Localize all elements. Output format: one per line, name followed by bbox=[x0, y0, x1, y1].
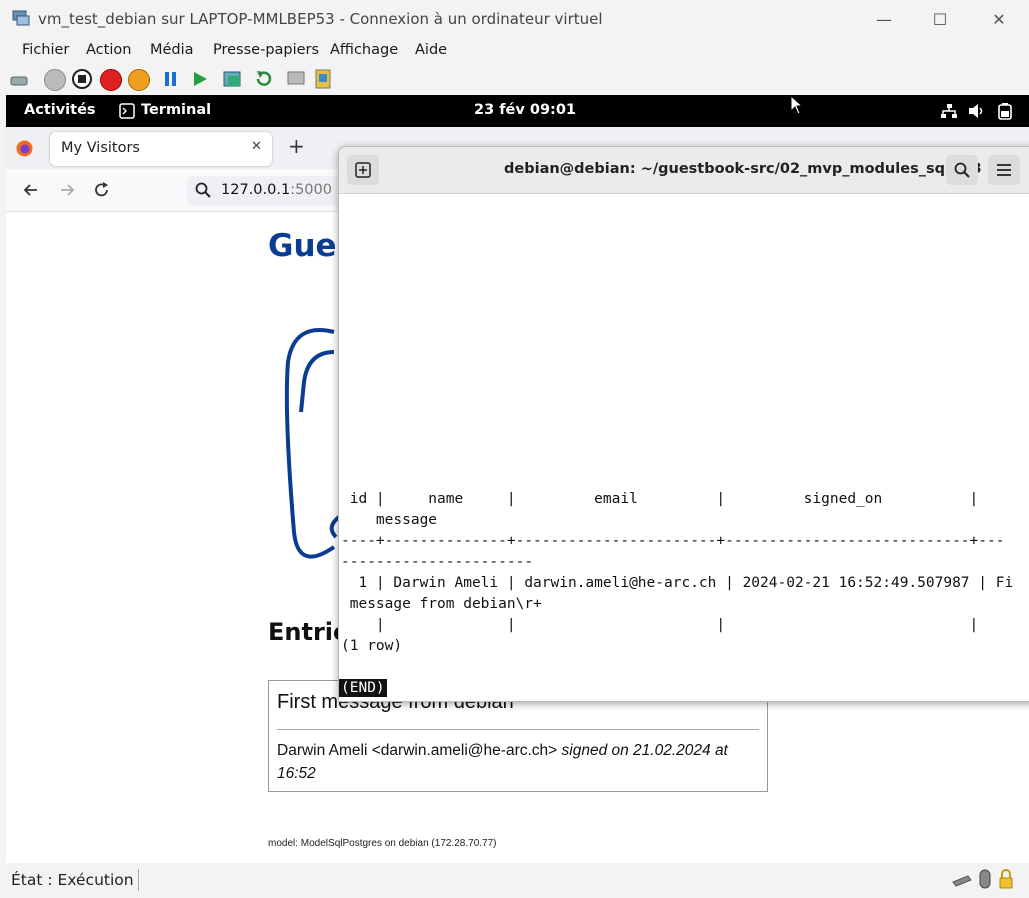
search-icon bbox=[954, 162, 970, 178]
terminal-line: message bbox=[341, 512, 438, 528]
tab-close-icon[interactable]: ✕ bbox=[251, 139, 262, 154]
page-footer: model: ModelSqlPostgres on debian (172.2… bbox=[268, 838, 497, 849]
back-icon[interactable] bbox=[22, 181, 40, 199]
terminal-line: 1 | Darwin Ameli | darwin.ameli@he-arc.c… bbox=[341, 575, 1014, 591]
reset-icon[interactable] bbox=[192, 71, 208, 87]
gnome-top-bar: Activités Terminal 23 fév 09:01 bbox=[6, 95, 1029, 127]
menu-affichage[interactable]: Affichage bbox=[330, 42, 398, 58]
terminal-title: debian@debian: ~/guestbook-src/02_mvp_mo… bbox=[504, 161, 982, 177]
revert-icon[interactable] bbox=[254, 69, 274, 89]
terminal-window[interactable]: debian@debian: ~/guestbook-src/02_mvp_mo… bbox=[338, 146, 1029, 702]
start-icon[interactable] bbox=[44, 69, 66, 91]
status-text: État : Exécution bbox=[11, 871, 134, 889]
url-text: 127.0.0.1:5000 bbox=[221, 182, 332, 198]
status-divider bbox=[138, 869, 139, 891]
activities-button[interactable]: Activités bbox=[24, 102, 96, 118]
terminal-icon bbox=[119, 103, 135, 119]
terminal-output[interactable]: id | name | email | signed_on | message … bbox=[339, 194, 1029, 701]
entry-meta: Darwin Ameli <darwin.ameli@he-arc.ch> si… bbox=[277, 739, 755, 785]
terminal-header: debian@debian: ~/guestbook-src/02_mvp_mo… bbox=[339, 147, 1029, 194]
forward-icon[interactable] bbox=[58, 181, 76, 199]
pager-end-marker: (END) bbox=[339, 679, 387, 697]
pause-icon[interactable] bbox=[164, 71, 178, 87]
status-bar: État : Exécution bbox=[0, 863, 1029, 898]
terminal-line: ---------------------- bbox=[341, 554, 534, 570]
share-icon[interactable] bbox=[314, 68, 332, 90]
clock[interactable]: 23 fév 09:01 bbox=[474, 102, 576, 118]
app-menu-terminal[interactable]: Terminal bbox=[141, 102, 211, 118]
network-icon[interactable] bbox=[940, 103, 958, 119]
tab-title: My Visitors bbox=[61, 140, 140, 156]
search-icon bbox=[195, 182, 211, 198]
volume-icon[interactable] bbox=[968, 103, 986, 119]
ctrl-alt-del-icon[interactable] bbox=[10, 72, 28, 86]
new-tab-terminal-button[interactable] bbox=[347, 155, 379, 185]
battery-icon[interactable] bbox=[997, 102, 1013, 120]
enhanced-session-icon[interactable] bbox=[286, 69, 306, 89]
menu-bar: Fichier Action Média Presse-papiers Affi… bbox=[0, 38, 1029, 64]
lock-icon bbox=[999, 869, 1013, 889]
shutdown-icon[interactable] bbox=[100, 69, 122, 91]
menu-fichier[interactable]: Fichier bbox=[22, 42, 69, 58]
terminal-line: | | | | bbox=[341, 617, 979, 633]
menu-media[interactable]: Média bbox=[150, 42, 194, 58]
checkpoint-icon[interactable] bbox=[222, 69, 244, 89]
turn-off-icon[interactable] bbox=[72, 69, 92, 89]
maximize-button[interactable]: ☐ bbox=[918, 6, 962, 32]
vm-connection-window: vm_test_debian sur LAPTOP-MMLBEP53 - Con… bbox=[0, 0, 1029, 898]
entry-divider bbox=[277, 729, 759, 730]
terminal-menu-button[interactable] bbox=[988, 155, 1020, 185]
new-tab-button[interactable]: + bbox=[288, 134, 305, 158]
toolbar bbox=[6, 64, 1029, 94]
reload-icon[interactable] bbox=[93, 181, 111, 199]
mouse-icon bbox=[979, 869, 991, 889]
window-title: vm_test_debian sur LAPTOP-MMLBEP53 - Con… bbox=[38, 10, 603, 28]
mouse-cursor-icon bbox=[790, 95, 804, 115]
menu-action[interactable]: Action bbox=[86, 42, 131, 58]
minimize-button[interactable]: — bbox=[862, 6, 906, 32]
hamburger-icon bbox=[997, 164, 1011, 176]
keyboard-icon bbox=[952, 873, 972, 887]
tab-my-visitors[interactable]: My Visitors ✕ bbox=[50, 132, 272, 166]
menu-presse-papiers[interactable]: Presse-papiers bbox=[213, 42, 319, 58]
entry-author: Darwin Ameli <darwin.ameli@he-arc.ch> bbox=[277, 742, 558, 759]
title-bar: vm_test_debian sur LAPTOP-MMLBEP53 - Con… bbox=[0, 0, 1029, 38]
menu-aide[interactable]: Aide bbox=[415, 42, 447, 58]
vm-connect-icon bbox=[12, 10, 30, 26]
save-icon[interactable] bbox=[128, 69, 150, 91]
close-button[interactable]: ✕ bbox=[977, 6, 1021, 32]
terminal-line: (1 row) bbox=[341, 638, 403, 654]
vm-screen[interactable]: Activités Terminal 23 fév 09:01 My Visit… bbox=[6, 95, 1029, 863]
terminal-line: ----+--------------+--------------------… bbox=[341, 533, 1005, 549]
terminal-line: id | name | email | signed_on | bbox=[341, 491, 979, 507]
terminal-line: message from debian\r+ bbox=[341, 596, 542, 612]
terminal-search-button[interactable] bbox=[946, 155, 978, 185]
firefox-icon[interactable] bbox=[16, 140, 33, 157]
